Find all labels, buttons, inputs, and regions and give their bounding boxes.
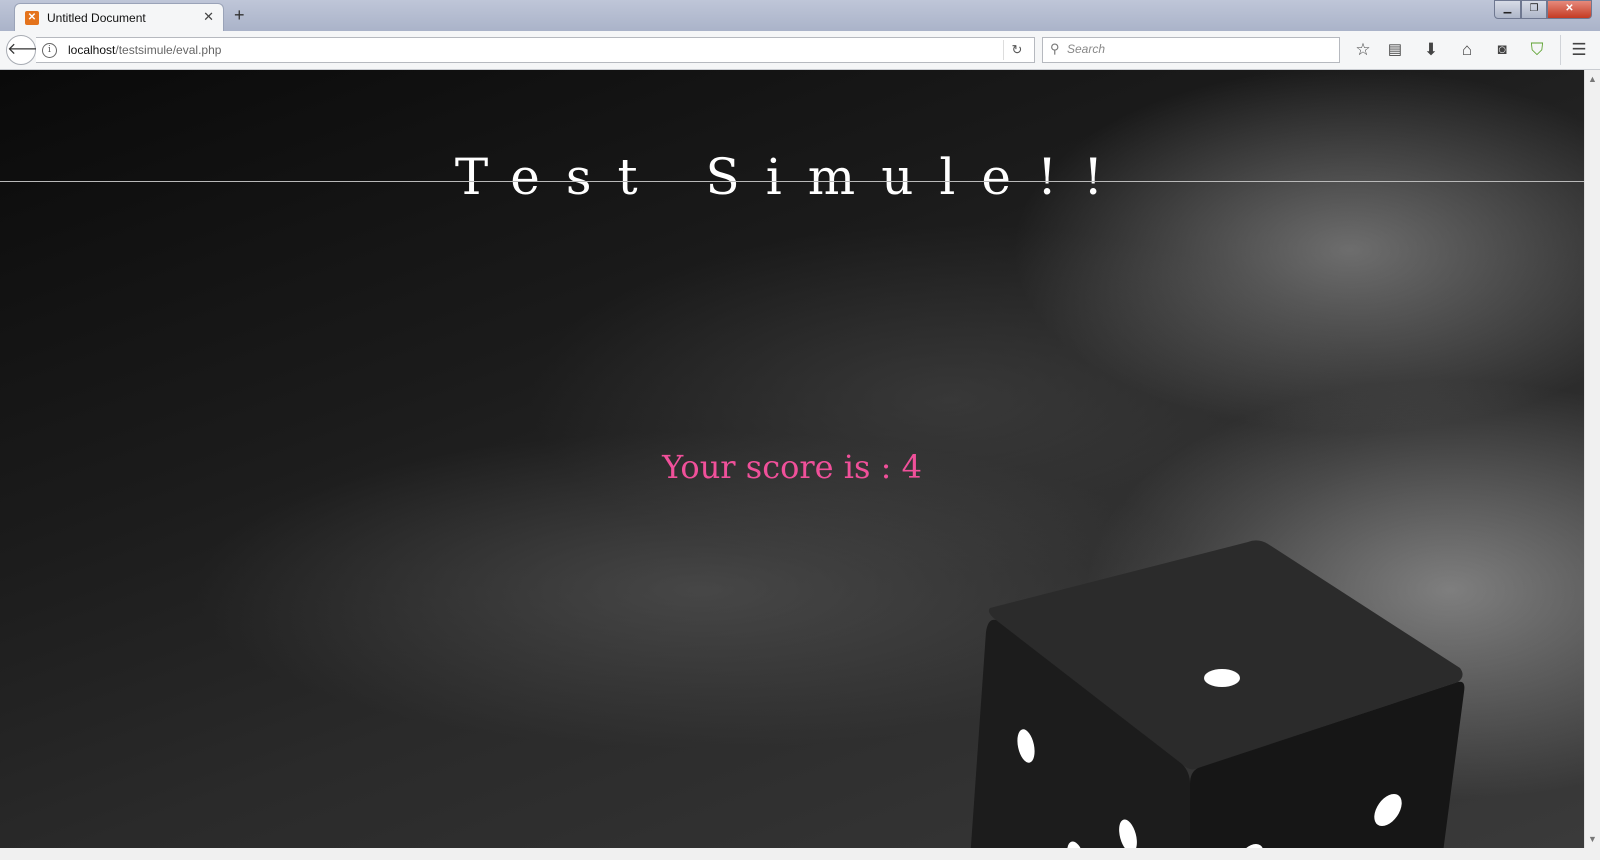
page-title: Test Simule!! (454, 147, 1130, 206)
url-host: localhost (68, 43, 116, 57)
back-button[interactable]: 🡐 (6, 35, 50, 65)
close-tab-icon[interactable]: ✕ (203, 9, 214, 25)
pocket-icon[interactable]: ◙ (1489, 38, 1515, 62)
browser-navbar: 🡐 i localhost/testsimule/eval.php ↻ ⚲ ☆ … (0, 31, 1600, 70)
tab-title: Untitled Document (47, 11, 146, 25)
dice-image (970, 540, 1465, 848)
search-input[interactable] (1067, 42, 1327, 56)
site-info-icon[interactable]: i (42, 43, 57, 58)
url-bar[interactable]: i localhost/testsimule/eval.php ↻ (36, 37, 1035, 63)
minimize-button[interactable]: ▁ (1494, 0, 1521, 19)
bookmark-star-icon[interactable]: ☆ (1350, 38, 1376, 62)
url-text[interactable]: localhost/testsimule/eval.php (68, 43, 221, 57)
scroll-down-icon[interactable]: ▼ (1588, 834, 1597, 844)
menu-icon[interactable]: ☰ (1566, 38, 1592, 62)
vertical-scrollbar[interactable]: ▲ ▼ (1584, 70, 1600, 848)
downloads-icon[interactable]: ⬇ (1418, 38, 1444, 62)
dice-pip (1204, 669, 1240, 687)
restore-button[interactable]: ❐ (1521, 0, 1547, 19)
home-icon[interactable]: ⌂ (1454, 38, 1480, 62)
score-text: Your score is : 4 (662, 448, 922, 486)
shield-addon-icon[interactable]: ⛉ (1524, 38, 1550, 62)
close-window-button[interactable]: ✕ (1547, 0, 1592, 19)
search-bar[interactable]: ⚲ (1042, 37, 1340, 63)
url-path: /testsimule/eval.php (115, 43, 222, 57)
search-icon: ⚲ (1050, 41, 1060, 56)
reload-icon[interactable]: ↻ (1003, 40, 1030, 60)
xampp-favicon-icon: ✕ (25, 11, 39, 25)
reading-list-icon[interactable]: ▤ (1382, 38, 1408, 62)
browser-tab[interactable]: ✕ Untitled Document ✕ (14, 3, 224, 31)
bottom-strip (0, 848, 1600, 860)
browser-titlebar: ✕ Untitled Document ✕ + ▁ ❐ ✕ (0, 0, 1600, 31)
page-viewport: Test Simule!! Your score is : 4 (0, 70, 1584, 848)
title-divider (0, 181, 1584, 182)
new-tab-button[interactable]: + (234, 6, 245, 24)
toolbar-separator (1560, 35, 1561, 65)
scroll-up-icon[interactable]: ▲ (1588, 74, 1597, 84)
